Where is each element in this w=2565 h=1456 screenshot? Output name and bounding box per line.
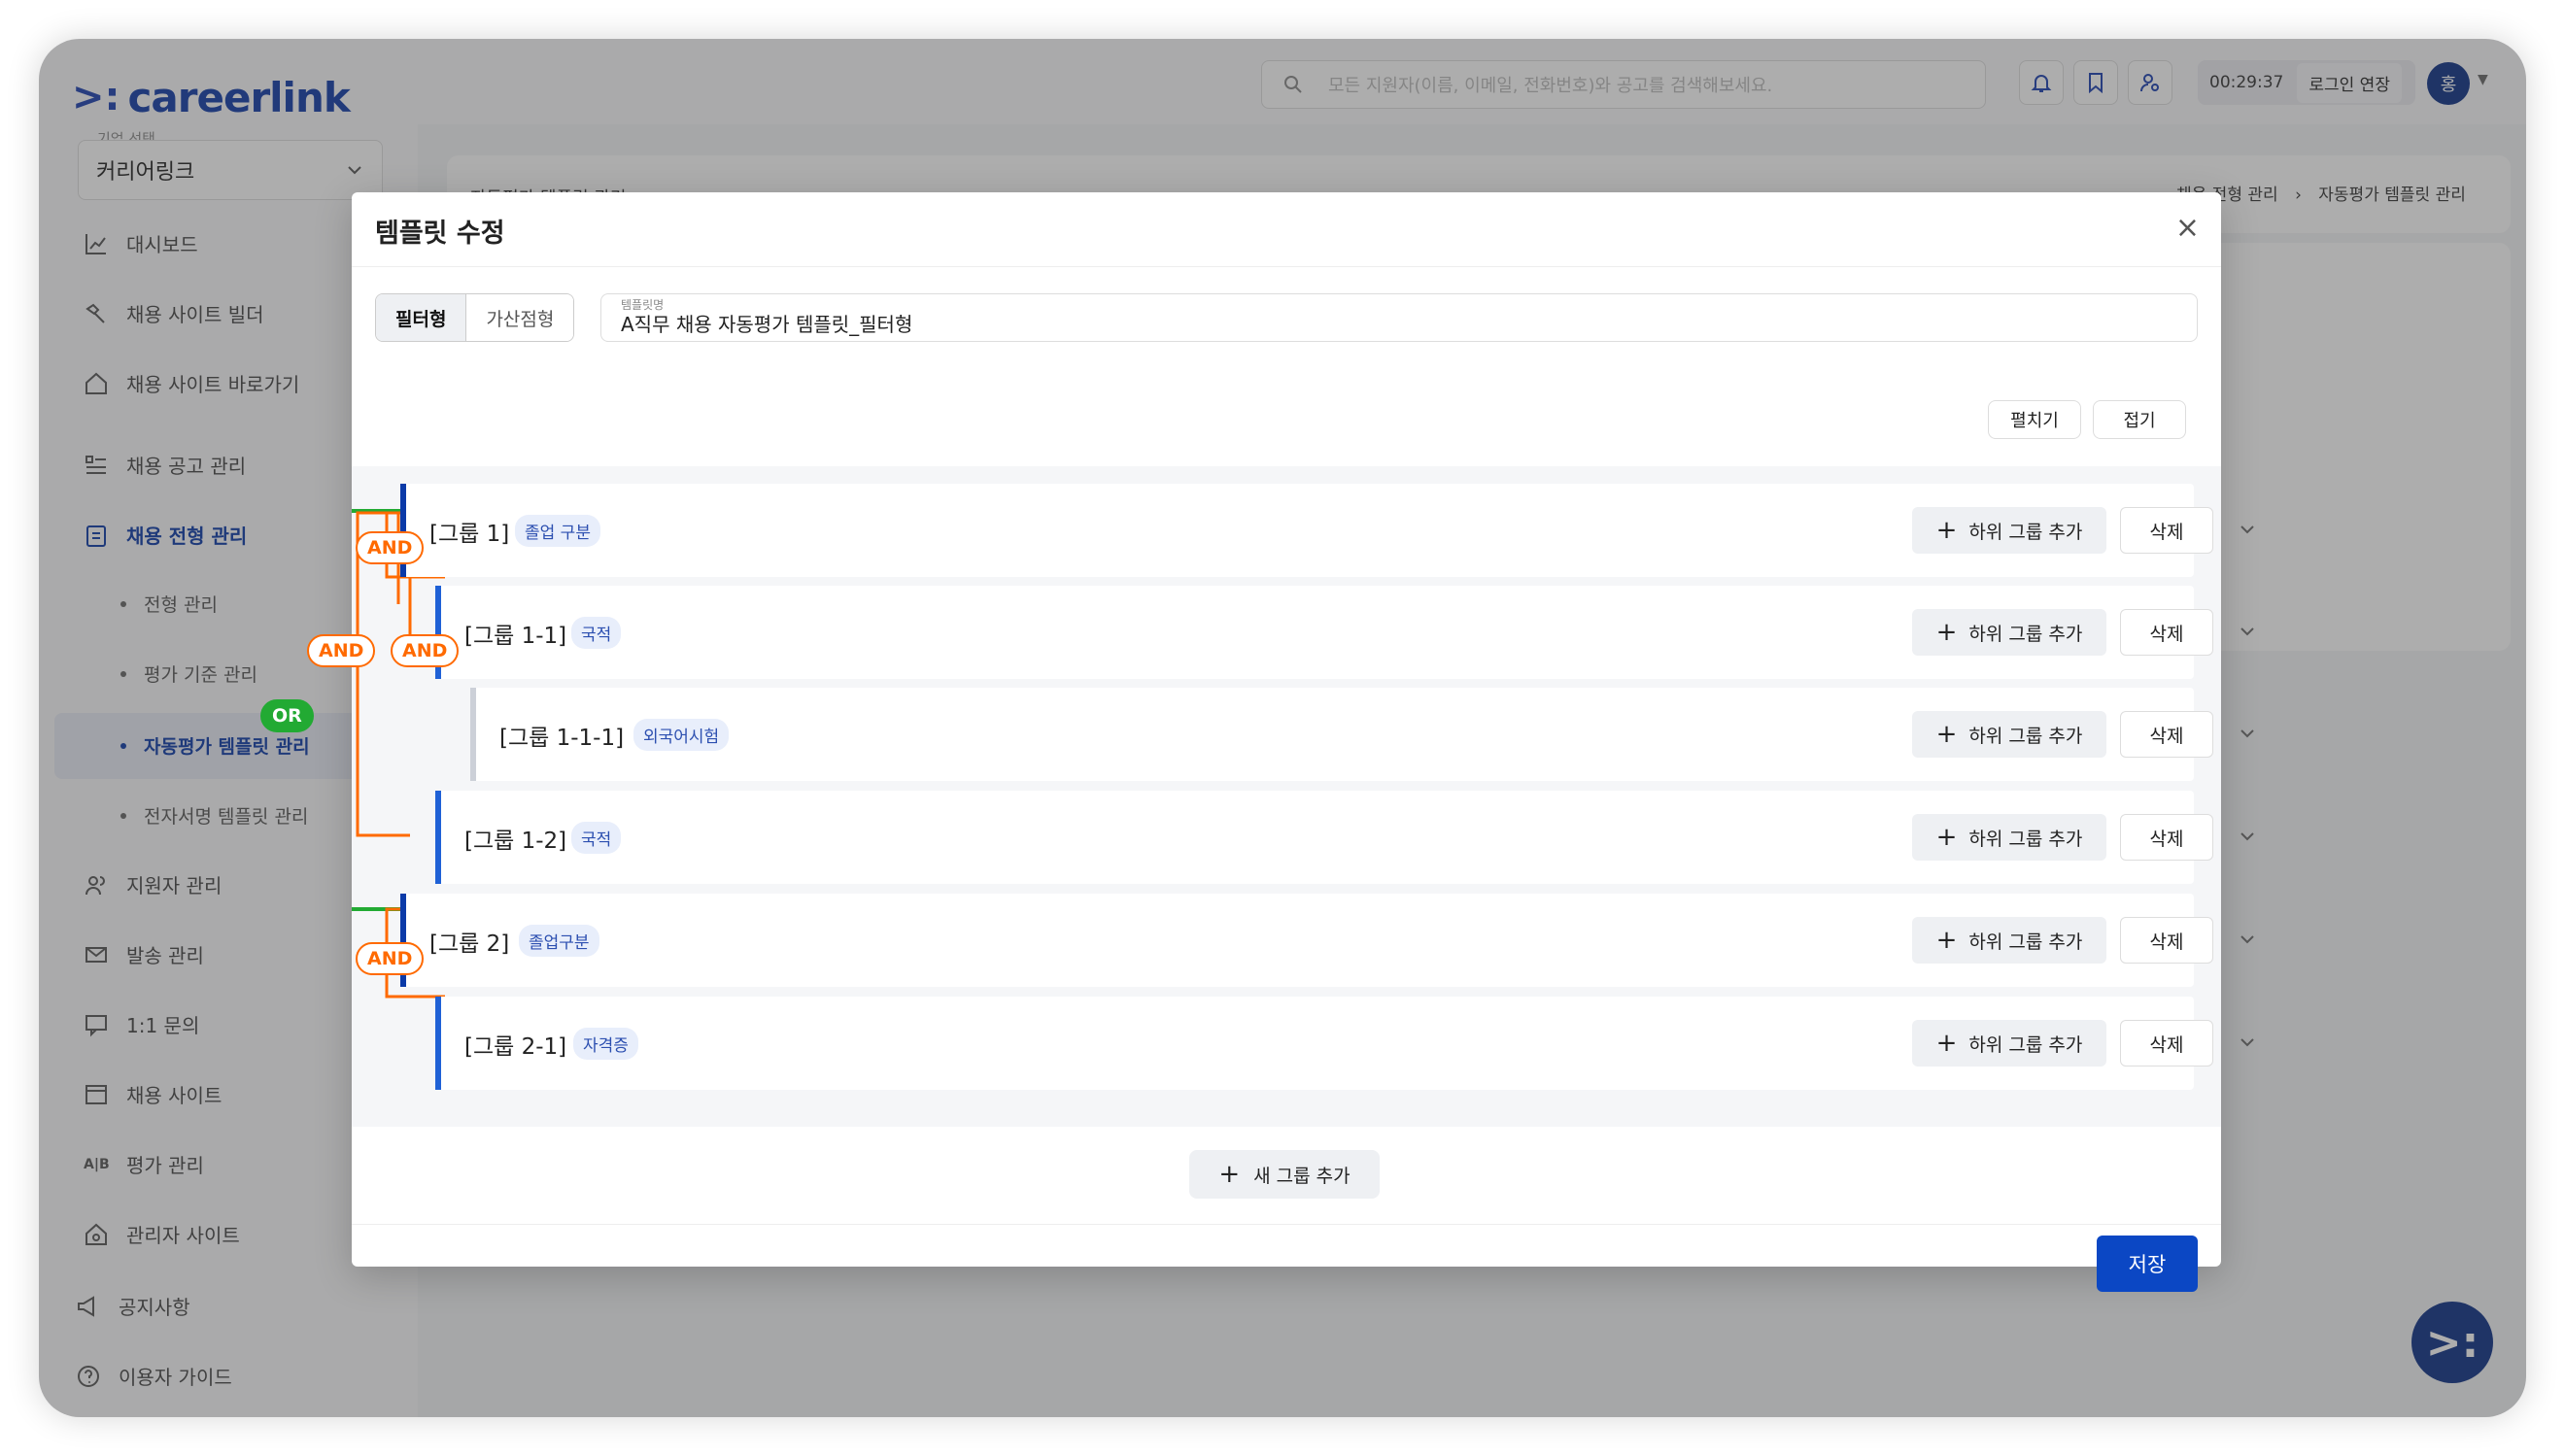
group-tag: 국적	[571, 822, 622, 854]
delete-group-button[interactable]: 삭제	[2120, 1020, 2213, 1067]
plus-icon: +	[1935, 926, 1958, 955]
delete-group-button[interactable]: 삭제	[2120, 814, 2213, 861]
logic-and-badge[interactable]: AND	[356, 531, 425, 564]
add-subgroup-button[interactable]: + 하위 그룹 추가	[1912, 814, 2106, 861]
add-new-group-button[interactable]: + 새 그룹 추가	[1189, 1150, 1380, 1199]
type-filter-button[interactable]: 필터형	[376, 294, 467, 341]
group-name: [그룹 1-1]	[464, 624, 567, 649]
add-subgroup-button[interactable]: + 하위 그룹 추가	[1912, 917, 2106, 964]
group-tag: 외국어시험	[633, 719, 730, 751]
group-tag: 국적	[571, 617, 622, 649]
template-edit-modal: 템플릿 수정 × 필터형 가산점형 템플릿명 A직무 채용 자동평가 템플릿_필…	[352, 192, 2254, 1292]
add-subgroup-label: 하위 그룹 추가	[1968, 521, 2083, 543]
add-subgroup-label: 하위 그룹 추가	[1968, 1033, 2083, 1056]
delete-group-button[interactable]: 삭제	[2120, 609, 2213, 656]
group-2-1-row: [그룹 2-1] 자격증 + 하위 그룹 추가 삭제	[435, 997, 2254, 1090]
chevron-down-icon[interactable]	[2235, 517, 2260, 542]
group-1-1-1-row: [그룹 1-1-1] 외국어시험 + 하위 그룹 추가 삭제	[470, 688, 2254, 781]
chevron-down-icon[interactable]	[2235, 927, 2260, 952]
expand-all-button[interactable]: 펼치기	[1988, 400, 2081, 439]
add-subgroup-button[interactable]: + 하위 그룹 추가	[1912, 1020, 2106, 1067]
add-subgroup-button[interactable]: + 하위 그룹 추가	[1912, 711, 2106, 758]
add-subgroup-label: 하위 그룹 추가	[1968, 725, 2083, 747]
add-subgroup-label: 하위 그룹 추가	[1968, 623, 2083, 645]
add-subgroup-button[interactable]: + 하위 그룹 추가	[1912, 609, 2106, 656]
add-subgroup-label: 하위 그룹 추가	[1968, 828, 2083, 850]
group-name: [그룹 2-1]	[464, 1034, 567, 1060]
add-subgroup-button[interactable]: + 하위 그룹 추가	[1912, 507, 2106, 554]
close-icon[interactable]: ×	[2175, 214, 2200, 243]
delete-group-button[interactable]: 삭제	[2120, 507, 2213, 554]
modal-title: 템플릿 수정	[375, 219, 505, 249]
plus-icon: +	[1218, 1160, 1241, 1189]
group-tag: 자격증	[573, 1028, 638, 1060]
group-2-row: [그룹 2] 졸업구분 + 하위 그룹 추가 삭제	[400, 894, 2254, 987]
chevron-down-icon[interactable]	[2235, 619, 2260, 644]
template-type-toggle: 필터형 가산점형	[375, 293, 575, 342]
save-button[interactable]: 저장	[2097, 1236, 2198, 1292]
group-1-row: [그룹 1] 졸업 구분 + 하위 그룹 추가 삭제	[400, 484, 2254, 577]
group-name: [그룹 1-2]	[464, 829, 567, 854]
plus-icon: +	[1935, 516, 1958, 545]
logic-and-badge[interactable]: AND	[391, 634, 460, 667]
group-name: [그룹 1]	[429, 522, 510, 547]
group-name: [그룹 1-1-1]	[499, 726, 625, 751]
collapse-all-button[interactable]: 접기	[2093, 400, 2186, 439]
chevron-down-icon[interactable]	[2235, 721, 2260, 746]
group-1-2-row: [그룹 1-2] 국적 + 하위 그룹 추가 삭제	[435, 791, 2254, 884]
logic-or-badge[interactable]: OR	[260, 699, 314, 732]
type-score-button[interactable]: 가산점형	[466, 294, 574, 341]
group-1-1-row: [그룹 1-1] 국적 + 하위 그룹 추가 삭제	[435, 586, 2254, 679]
logic-and-badge[interactable]: AND	[356, 942, 425, 975]
group-tag: 졸업구분	[519, 925, 599, 957]
chevron-down-icon[interactable]	[2235, 1030, 2260, 1055]
plus-icon: +	[1935, 720, 1958, 749]
delete-group-button[interactable]: 삭제	[2120, 711, 2213, 758]
group-tag: 졸업 구분	[515, 515, 600, 547]
delete-group-button[interactable]: 삭제	[2120, 917, 2213, 964]
plus-icon: +	[1935, 618, 1958, 647]
template-name-field[interactable]: 템플릿명 A직무 채용 자동평가 템플릿_필터형	[600, 293, 2198, 342]
add-subgroup-label: 하위 그룹 추가	[1968, 931, 2083, 953]
template-name-value: A직무 채용 자동평가 템플릿_필터형	[621, 313, 913, 336]
group-tree: [그룹 1] 졸업 구분 + 하위 그룹 추가 삭제 [그룹 1-1] 국적 + 하…	[352, 466, 2254, 1127]
group-name: [그룹 2]	[429, 931, 510, 957]
logic-and-badge[interactable]: AND	[307, 634, 376, 667]
add-new-group-label: 새 그룹 추가	[1253, 1165, 1351, 1187]
app-window: >: careerlink 자동평가 템플릿 관리 채용 전형 관리 › 자동평…	[39, 39, 2526, 1417]
plus-icon: +	[1935, 823, 1958, 852]
chevron-down-icon[interactable]	[2235, 824, 2260, 849]
plus-icon: +	[1935, 1029, 1958, 1058]
